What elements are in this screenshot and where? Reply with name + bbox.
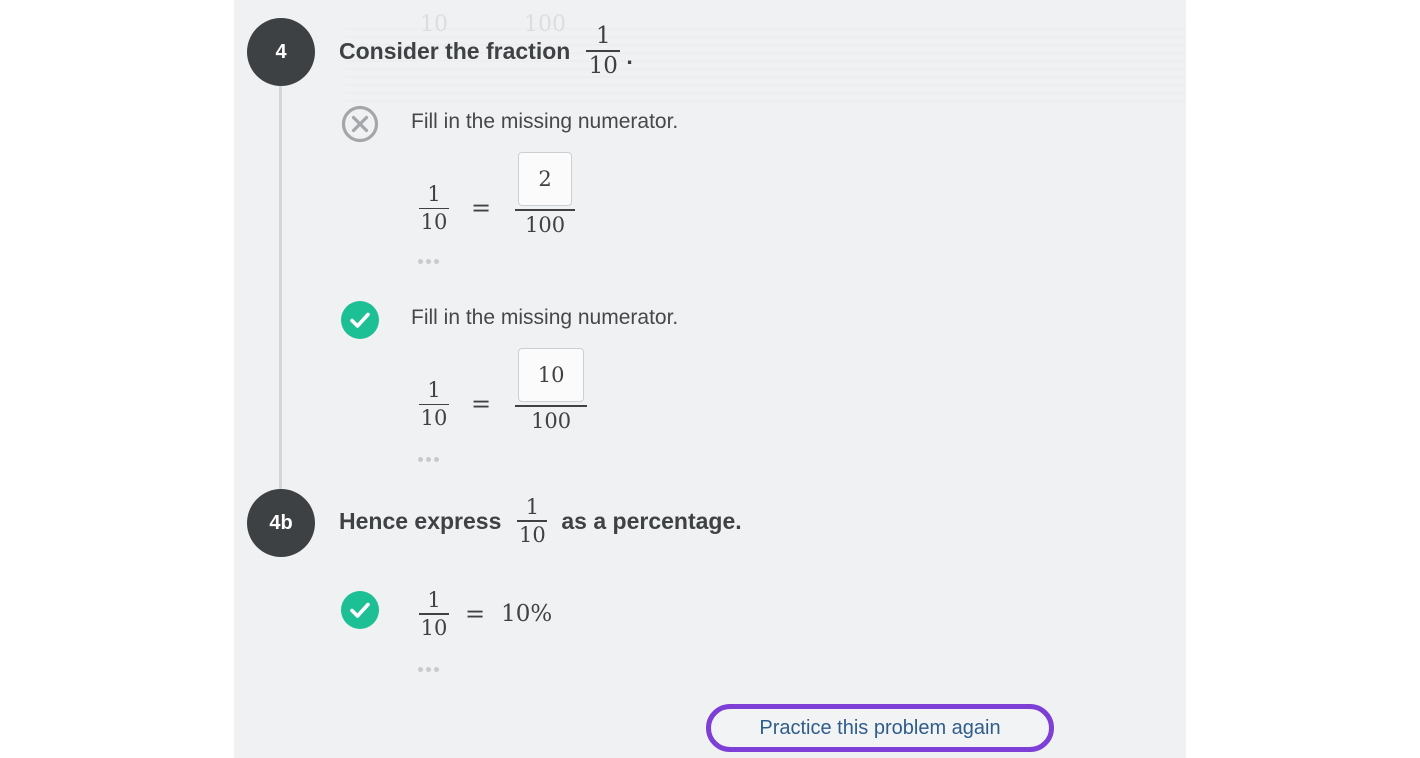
question-period: . (626, 42, 633, 69)
fraction-denominator: 10 (420, 210, 448, 234)
step-number-badge: 4 (247, 18, 315, 86)
fraction-numerator: 1 (525, 495, 540, 520)
fraction-bar (586, 50, 621, 52)
equals-sign: = (471, 390, 492, 419)
step-number-badge: 4b (247, 489, 315, 557)
fraction-numerator: 1 (427, 588, 441, 612)
question-fraction: 1 10 (517, 495, 548, 547)
question-text: Consider the fraction (339, 37, 571, 64)
fraction-bar (419, 613, 449, 615)
answer-value: 10% (501, 600, 553, 627)
fraction-bar (515, 209, 576, 211)
fraction-numerator: 1 (595, 22, 611, 49)
practice-again-button[interactable]: Practice this problem again (706, 704, 1054, 752)
answer-fraction: 2 100 (515, 152, 576, 237)
fraction-denominator: 10 (420, 615, 448, 640)
solution-panel: 10 100 4 Consider the fraction 1 10 . Fi… (234, 0, 1186, 758)
step-question: Hence express 1 10 as a percentage. (339, 492, 742, 550)
fraction-denominator: 100 (531, 408, 572, 433)
more-options-icon[interactable] (418, 667, 439, 672)
question-text: Hence express (339, 507, 502, 534)
answer-input-box[interactable]: 2 (518, 152, 573, 206)
fraction-numerator: 1 (427, 378, 441, 403)
more-options-icon[interactable] (418, 259, 439, 264)
equation-row: 1 10 = 2 100 (419, 152, 576, 237)
fraction-denominator: 10 (588, 52, 618, 79)
answer-input-box[interactable]: 10 (518, 348, 585, 402)
question-fraction: 1 10 (586, 22, 621, 79)
fraction-bar (419, 403, 449, 405)
lhs-fraction: 1 10 (419, 182, 449, 234)
equals-sign: = (465, 599, 486, 628)
fraction-bar (419, 207, 449, 209)
fraction-denominator: 10 (420, 406, 448, 430)
question-text-suffix: as a percentage. (561, 507, 742, 534)
step-instruction: Fill in the missing numerator. (411, 110, 679, 133)
x-circle-icon (341, 105, 379, 143)
fraction-bar (515, 405, 588, 407)
equals-sign: = (471, 194, 492, 223)
step-question: Consider the fraction 1 10 . (339, 22, 633, 80)
fraction-denominator: 10 (519, 522, 546, 547)
more-options-icon[interactable] (418, 457, 439, 462)
answer-fraction: 10 100 (515, 348, 588, 433)
equation-row: 1 10 = 10 100 (419, 348, 588, 433)
lhs-fraction: 1 10 (419, 378, 449, 430)
step-instruction: Fill in the missing numerator. (411, 306, 679, 329)
lhs-fraction: 1 10 (419, 588, 449, 640)
fraction-denominator: 100 (525, 212, 566, 237)
step-timeline (279, 84, 282, 492)
fraction-numerator: 1 (427, 182, 441, 207)
check-circle-icon (341, 591, 379, 629)
fraction-bar (517, 520, 548, 522)
check-circle-icon (341, 301, 379, 339)
equation-row: 1 10 = 10% (419, 588, 552, 640)
